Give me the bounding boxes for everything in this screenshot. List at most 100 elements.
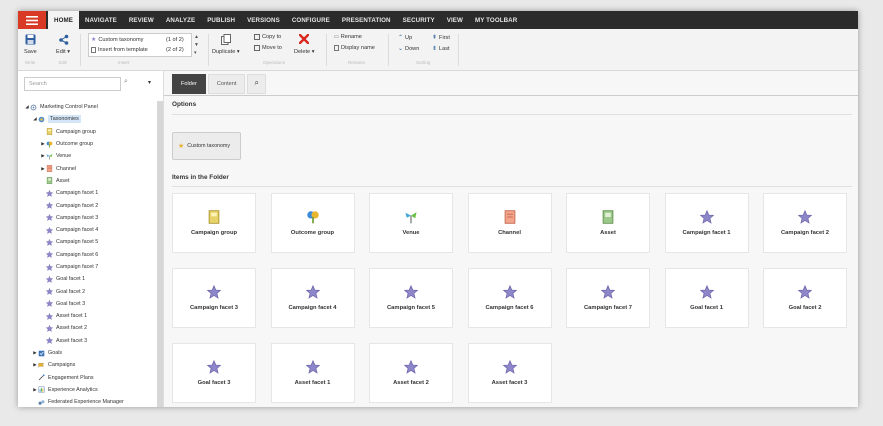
star-icon <box>404 360 418 374</box>
search-icon[interactable]: ⌕ <box>247 74 266 94</box>
tile-label: Goal facet 1 <box>690 305 723 311</box>
delete-button[interactable]: Delete ▾ <box>294 34 315 55</box>
folder-item-tile[interactable]: Campaign facet 4 <box>270 268 355 328</box>
hamburger-menu-icon[interactable] <box>18 11 46 29</box>
nav-tab-publish[interactable]: PUBLISH <box>201 11 241 29</box>
star-icon <box>46 337 53 345</box>
up-button[interactable]: ⌃ Up <box>398 34 412 42</box>
save-button[interactable]: Save <box>24 34 37 55</box>
folder-item-tile[interactable]: Campaign facet 2 <box>763 193 847 253</box>
tree-node[interactable]: Campaign facet 5 <box>24 236 156 248</box>
display-name-button[interactable]: Display name <box>334 45 375 51</box>
insert-list-scroll[interactable]: ▲ ▼ ▾ <box>194 33 199 57</box>
divider <box>164 95 858 96</box>
star-icon <box>46 214 53 222</box>
insert-option-custom-taxonomy[interactable]: ★ Custom taxonomy (1 of 2) <box>91 36 189 44</box>
tree-node[interactable]: ▶ Experience Analytics <box>24 384 156 396</box>
star-icon <box>46 324 53 332</box>
nav-tab-versions[interactable]: VERSIONS <box>241 11 286 29</box>
folder-item-tile[interactable]: Asset <box>566 193 650 253</box>
tree-node[interactable]: ▶ Channel <box>24 162 156 174</box>
nav-tab-presentation[interactable]: PRESENTATION <box>336 11 397 29</box>
tree-node[interactable]: Goal facet 1 <box>24 273 156 285</box>
duplicate-button[interactable]: Duplicate ▾ <box>212 34 240 55</box>
star-icon <box>798 285 812 299</box>
folder-item-tile[interactable]: Asset facet 3 <box>467 343 552 403</box>
group-label-write: Write <box>25 60 36 65</box>
tree-node[interactable]: Campaign facet 6 <box>24 249 156 261</box>
folder-item-tile[interactable]: Campaign facet 7 <box>566 268 650 328</box>
tree-node[interactable]: Goal facet 2 <box>24 285 156 297</box>
tree-node[interactable]: Asset facet 1 <box>24 310 156 322</box>
folder-item-tile[interactable]: Goal facet 1 <box>664 268 749 328</box>
tree-node[interactable]: Federated Experience Manager <box>24 396 156 407</box>
tree-node[interactable]: ▶ Venue <box>24 150 156 162</box>
folder-item-tile[interactable]: Campaign facet 6 <box>467 268 552 328</box>
tree-node[interactable]: Campaign facet 3 <box>24 212 156 224</box>
tree-node[interactable]: Campaign facet 4 <box>24 224 156 236</box>
tree-node[interactable]: Asset <box>24 175 156 187</box>
folder-item-tile[interactable]: Campaign facet 3 <box>172 268 256 328</box>
channel-icon <box>46 165 53 172</box>
tree-node[interactable]: ▶ Outcome group <box>24 138 156 150</box>
tree-scrollbar[interactable] <box>157 101 163 407</box>
move-to-button[interactable]: Move to <box>254 45 282 51</box>
star-icon <box>46 288 53 295</box>
tile-label: Goal facet 2 <box>788 305 822 311</box>
tree-node[interactable]: Campaign facet 2 <box>24 199 156 211</box>
group-label-rename: Rename <box>348 60 366 65</box>
template-icon <box>91 47 96 53</box>
search-icon[interactable]: ⌕ <box>124 78 128 86</box>
nav-tab-view[interactable]: VIEW <box>441 11 469 29</box>
tree-search-input[interactable]: Search <box>24 77 121 91</box>
folder-item-tile[interactable]: Campaign facet 1 <box>664 193 749 253</box>
tree-node[interactable]: Asset facet 3 <box>24 335 156 347</box>
tree-node[interactable]: Campaign facet 1 <box>24 187 156 199</box>
first-button[interactable]: ⇞ First <box>432 34 450 42</box>
ribbon-separator <box>208 34 209 66</box>
search-dropdown-icon[interactable]: ▾ <box>148 79 151 86</box>
group-label-insert: Insert <box>118 60 130 65</box>
folder-item-tile[interactable]: Channel <box>467 193 552 253</box>
nav-tab-security[interactable]: SECURITY <box>397 11 441 29</box>
folder-item-tile[interactable]: Campaign group <box>172 193 256 253</box>
folder-item-tile[interactable]: Campaign facet 5 <box>369 268 453 328</box>
rename-button[interactable]: ▭ Rename <box>334 34 362 40</box>
down-button[interactable]: ⌄ Down <box>398 45 419 53</box>
folder-item-tile[interactable]: Asset facet 1 <box>270 343 355 403</box>
folder-item-tile[interactable]: Outcome group <box>270 193 355 253</box>
tree-node-label: Asset facet 3 <box>56 337 88 344</box>
custom-taxonomy-option-button[interactable]: ★ Custom taxonomy <box>172 132 241 160</box>
copy-to-button[interactable]: Copy to <box>254 34 281 40</box>
tab-content[interactable]: Content <box>207 74 246 94</box>
tree-node[interactable]: Campaign group <box>24 126 156 138</box>
folder-item-tile[interactable]: Venue <box>369 193 453 253</box>
folder-item-tile[interactable]: Goal facet 2 <box>763 268 847 328</box>
tree-node[interactable]: Asset facet 2 <box>24 322 156 334</box>
nav-tab-configure[interactable]: CONFIGURE <box>286 11 336 29</box>
tab-folder[interactable]: Folder <box>172 74 206 94</box>
insert-option-from-template[interactable]: Insert from template (2 of 2) <box>91 47 189 53</box>
scrollbar-thumb[interactable] <box>157 101 163 407</box>
tree-node[interactable]: Goal facet 3 <box>24 298 156 310</box>
tree-node-label: Asset facet 1 <box>56 313 88 320</box>
nav-tab-analyze[interactable]: ANALYZE <box>160 11 201 29</box>
star-icon: ★ <box>91 37 97 43</box>
tree-node[interactable]: ▶ Goals <box>24 347 156 359</box>
nav-tab-review[interactable]: REVIEW <box>123 11 160 29</box>
folder-item-tile[interactable]: Asset facet 2 <box>369 343 453 403</box>
tree-node[interactable]: ▶ Campaigns <box>24 359 156 371</box>
last-button[interactable]: ⇟ Last <box>432 45 450 53</box>
nav-tab-my-toolbar[interactable]: MY TOOLBAR <box>469 11 523 29</box>
nav-tab-navigate[interactable]: NAVIGATE <box>79 11 123 29</box>
tree-node[interactable]: Engagement Plans <box>24 372 156 384</box>
edit-button[interactable]: Edit ▾ <box>56 34 70 55</box>
tree-node[interactable]: ◢ Taxonomies <box>24 113 156 125</box>
folder-item-tile[interactable]: Goal facet 3 <box>172 343 256 403</box>
group-label-sorting: Sorting <box>416 60 431 65</box>
tree-node-label: Campaign facet 2 <box>56 202 99 209</box>
tree-node[interactable]: ◢ Marketing Control Panel <box>24 101 156 113</box>
tree-node[interactable]: Campaign facet 7 <box>24 261 156 273</box>
nav-tab-home[interactable]: HOME <box>48 11 79 29</box>
tree-node-label: Campaign facet 6 <box>56 251 99 258</box>
